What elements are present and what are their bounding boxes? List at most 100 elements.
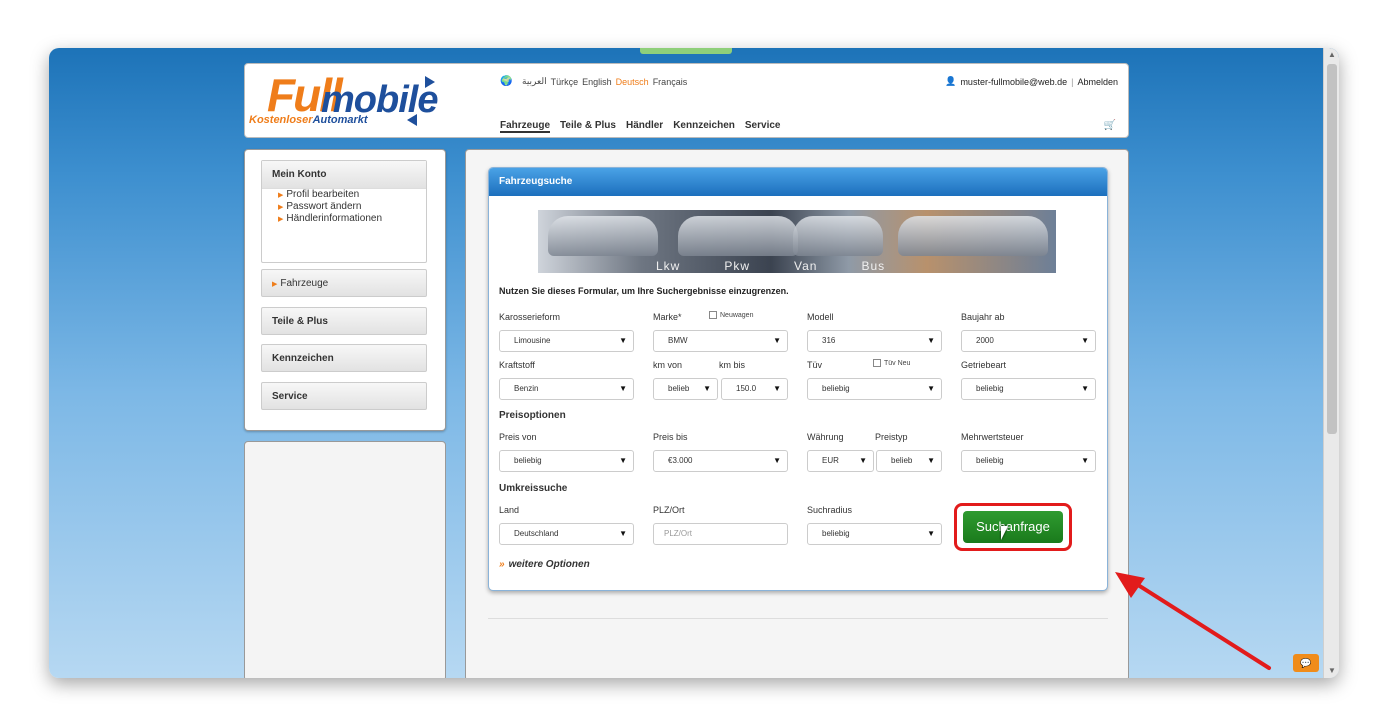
scroll-up-icon[interactable]: ▲	[1324, 48, 1339, 62]
red-pointer-arrow-icon	[1115, 572, 1271, 670]
select-value: beliebig	[976, 456, 1004, 465]
search-submit-button[interactable]: Suchanfrage	[963, 511, 1063, 543]
scrollbar-thumb[interactable]	[1327, 64, 1337, 434]
label-km-bis: km bis	[719, 360, 746, 370]
marke-select[interactable]: BMW ▼	[653, 330, 788, 352]
label-mwst: Mehrwertsteuer	[961, 432, 1024, 442]
km-von-select[interactable]: belieb ▼	[653, 378, 718, 400]
nav-kennzeichen[interactable]: Kennzeichen	[673, 120, 735, 133]
lang-german[interactable]: Deutsch	[616, 77, 649, 87]
plz-input[interactable]: PLZ/Ort	[653, 523, 788, 545]
km-bis-select[interactable]: 150.0 ▼	[721, 378, 788, 400]
sidebar-item-kennzeichen[interactable]: Kennzeichen	[261, 344, 427, 372]
nav-fahrzeuge[interactable]: Fahrzeuge	[500, 120, 551, 133]
panel-title: Fahrzeugsuche	[489, 168, 1107, 196]
preis-bis-select[interactable]: €3.000 ▼	[653, 450, 788, 472]
checkbox-box[interactable]	[873, 359, 881, 367]
baujahr-select[interactable]: 2000 ▼	[961, 330, 1096, 352]
select-value: Benzin	[514, 384, 539, 393]
mwst-select[interactable]: beliebig ▼	[961, 450, 1096, 472]
lang-english[interactable]: English	[582, 77, 612, 87]
submit-highlight: Suchanfrage	[954, 503, 1072, 551]
more-options-link[interactable]: » weitere Optionen	[499, 559, 590, 570]
suchradius-select[interactable]: beliebig ▼	[807, 523, 942, 545]
scroll-down-icon[interactable]: ▼	[1324, 664, 1339, 678]
main-nav: Fahrzeuge Teile & Plus Händler Kennzeich…	[500, 120, 780, 133]
label-marke: Marke*	[653, 312, 682, 322]
neuwagen-checkbox[interactable]: Neuwagen	[709, 311, 753, 319]
label-land: Land	[499, 505, 520, 515]
lang-arabic[interactable]: العربية	[522, 76, 547, 87]
lang-turkish[interactable]: Türkçe	[551, 77, 579, 87]
select-value: beliebig	[514, 456, 542, 465]
label-waehrung: Währung	[807, 432, 844, 442]
getriebe-select[interactable]: beliebig ▼	[961, 378, 1096, 400]
dropdown-caret-icon: ▼	[927, 336, 935, 345]
vehicle-banner-image: Lkw Pkw Van Bus	[538, 210, 1056, 273]
dropdown-caret-icon: ▼	[927, 529, 935, 538]
sidebar-link-profile[interactable]: ▶ Profil bearbeiten	[262, 189, 426, 201]
section-preisoptionen: Preisoptionen	[499, 410, 566, 421]
page-top-tab	[640, 48, 732, 54]
dropdown-caret-icon: ▼	[773, 456, 781, 465]
vertical-scrollbar[interactable]: ▲ ▼	[1323, 48, 1339, 678]
banner-labels: Lkw Pkw Van Bus	[656, 259, 885, 273]
my-account-title[interactable]: Mein Konto	[262, 161, 426, 189]
kraftstoff-select[interactable]: Benzin ▼	[499, 378, 634, 400]
main-content: Fahrzeugsuche Lkw Pkw Van Bus Nutzen Sie…	[465, 149, 1129, 678]
user-separator: |	[1071, 76, 1074, 87]
form-intro-text: Nutzen Sie dieses Formular, um Ihre Such…	[499, 286, 789, 296]
label-kraftstoff: Kraftstoff	[499, 360, 535, 370]
dropdown-caret-icon: ▼	[927, 456, 935, 465]
label-tuev: Tüv	[807, 360, 823, 370]
dropdown-caret-icon: ▼	[859, 456, 867, 465]
modell-select[interactable]: 316 ▼	[807, 330, 942, 352]
logo-arrow-right-icon	[425, 76, 435, 88]
preistyp-select[interactable]: belieb ▼	[876, 450, 942, 472]
sidebar-empty-box	[244, 441, 446, 678]
sidebar-item-service[interactable]: Service	[261, 382, 427, 410]
sidebar-item-teile-plus[interactable]: Teile & Plus	[261, 307, 427, 335]
chat-icon[interactable]: 💬	[1293, 654, 1319, 672]
sidebar-link-label: Profil bearbeiten	[286, 189, 360, 200]
karosserieform-select[interactable]: Limousine ▼	[499, 330, 634, 352]
nav-service[interactable]: Service	[745, 120, 781, 133]
dropdown-caret-icon: ▼	[619, 456, 627, 465]
select-value: EUR	[822, 456, 839, 465]
banner-label-bus[interactable]: Bus	[861, 259, 885, 273]
user-email[interactable]: muster-fullmobile@web.de	[960, 77, 1067, 87]
preis-von-select[interactable]: beliebig ▼	[499, 450, 634, 472]
dropdown-caret-icon: ▼	[619, 384, 627, 393]
sidebar-link-dealer-info[interactable]: ▶ Händlerinformationen	[262, 213, 426, 225]
banner-car-3	[793, 216, 883, 256]
banner-label-pkw[interactable]: Pkw	[724, 259, 750, 273]
browser-window: Full mobile KostenloserAutomarkt 🌍 العرب…	[49, 48, 1339, 678]
sidebar: Mein Konto ▶ Profil bearbeiten ▶ Passwort …	[244, 149, 446, 431]
waehrung-select[interactable]: EUR ▼	[807, 450, 874, 472]
logo-tagline-a: Kostenloser	[249, 114, 313, 126]
site-header: Full mobile KostenloserAutomarkt 🌍 العرب…	[244, 63, 1129, 138]
banner-label-lkw[interactable]: Lkw	[656, 259, 680, 273]
land-select[interactable]: Deutschland ▼	[499, 523, 634, 545]
select-value: belieb	[668, 384, 690, 393]
label-preis-von: Preis von	[499, 432, 537, 442]
site-logo[interactable]: Full mobile KostenloserAutomarkt	[249, 68, 439, 132]
nav-teile-plus[interactable]: Teile & Plus	[560, 120, 616, 133]
tuev-select[interactable]: beliebig ▼	[807, 378, 942, 400]
lang-french[interactable]: Français	[653, 77, 688, 87]
logout-link[interactable]: Abmelden	[1077, 77, 1118, 87]
dropdown-caret-icon: ▼	[1081, 384, 1089, 393]
banner-label-van[interactable]: Van	[794, 259, 817, 273]
dropdown-caret-icon: ▼	[773, 384, 781, 393]
select-value: €3.000	[668, 456, 693, 465]
tuev-neu-checkbox[interactable]: Tüv Neu	[873, 359, 910, 367]
checkbox-box[interactable]	[709, 311, 717, 319]
select-value: beliebig	[822, 384, 850, 393]
sidebar-item-fahrzeuge[interactable]: ▶ Fahrzeuge	[261, 269, 427, 297]
label-plz: PLZ/Ort	[653, 505, 685, 515]
sidebar-link-password[interactable]: ▶ Passwort ändern	[262, 201, 426, 213]
banner-car-4	[898, 216, 1048, 256]
nav-haendler[interactable]: Händler	[626, 120, 663, 133]
cart-icon[interactable]: 🛒	[1104, 120, 1116, 131]
more-options-label: weitere Optionen	[508, 559, 590, 570]
